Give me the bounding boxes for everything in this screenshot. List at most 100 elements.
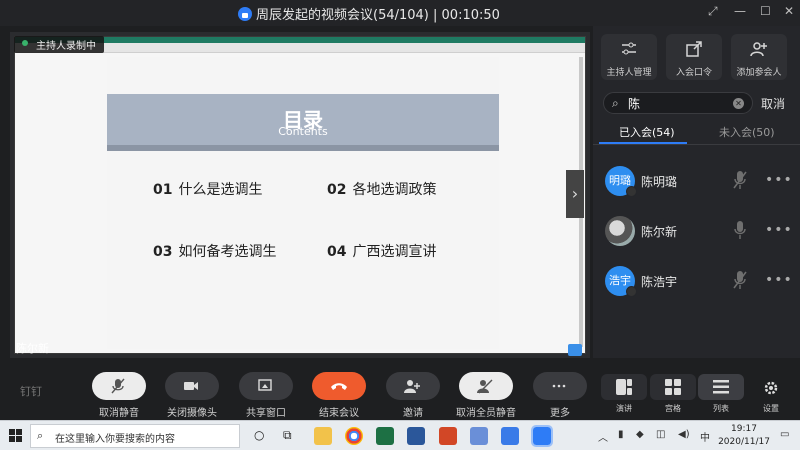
network-icon[interactable]: ◫ — [656, 429, 665, 440]
tab-not-joined[interactable]: 未入会(50) — [719, 124, 775, 140]
cancel-search-button[interactable]: 取消 — [761, 95, 785, 112]
volume-icon[interactable]: ◀) — [678, 429, 690, 440]
notification-icon[interactable]: ▭ — [780, 429, 789, 440]
speaker-view-label: 演讲 — [616, 404, 632, 413]
invite-icon — [404, 380, 420, 393]
slide-title-band-shadow — [107, 145, 499, 151]
more-icon — [552, 384, 566, 388]
camera-icon — [184, 382, 198, 390]
windows-taskbar: ⌕ 在这里输入你要搜索的内容 ○ ⧉ ︿ ▮ ◆ ◫ ◀) 中 19:17 20… — [0, 420, 800, 450]
camera-off-button[interactable] — [165, 372, 219, 400]
grid-view-icon — [665, 379, 681, 395]
tray-expand-icon[interactable]: ︿ — [598, 429, 608, 444]
unmute-all-button[interactable] — [459, 372, 513, 400]
dingtalk-logo: 钉钉 — [20, 385, 42, 398]
list-view-icon — [713, 380, 729, 394]
add-user-icon — [750, 42, 767, 57]
avatar — [605, 216, 635, 246]
video-stage: 目录 Contents 01 什么是选调生 02 各地选调政策 03 如何备考选调生 … — [10, 32, 590, 358]
mic-icon[interactable] — [733, 220, 747, 240]
toc-text: 各地选调政策 — [352, 182, 437, 198]
tab-divider — [593, 144, 800, 145]
taskbar-search-placeholder: 在这里输入你要搜索的内容 — [55, 434, 175, 445]
mic-badge-icon — [626, 286, 637, 297]
share-window-label: 共享窗口 — [246, 408, 286, 419]
unmute-all-label: 取消全员静音 — [456, 408, 516, 419]
toc-text: 广西选调宣讲 — [352, 244, 437, 260]
share-window-button[interactable] — [239, 372, 293, 400]
more-options-icon[interactable]: ••• — [765, 272, 793, 288]
mic-muted-icon[interactable] — [733, 270, 747, 290]
windows-start-icon[interactable] — [9, 429, 23, 443]
close-icon[interactable]: ✕ — [784, 4, 794, 18]
more-button[interactable] — [533, 372, 587, 400]
tray-app-icon[interactable]: ◆ — [636, 429, 644, 440]
word-icon[interactable] — [407, 427, 425, 445]
toc-number: 02 — [327, 182, 347, 198]
toc-number: 04 — [327, 244, 347, 260]
add-participant-label: 添加参会人 — [736, 68, 782, 78]
gear-icon[interactable] — [763, 380, 779, 396]
slide-subtitle: Contents — [278, 125, 328, 138]
chrome-icon[interactable] — [345, 427, 363, 445]
participant-name: 陈明璐 — [641, 175, 678, 189]
participant-search-input[interactable] — [628, 95, 732, 111]
end-meeting-button[interactable] — [312, 372, 366, 400]
toc-item: 02 各地选调政策 — [327, 179, 436, 199]
invite-button[interactable] — [386, 372, 440, 400]
speaker-view-button[interactable] — [601, 374, 647, 400]
participant-row[interactable]: 明璐 陈明璐 ••• — [593, 162, 800, 202]
tab-joined[interactable]: 已入会(54) — [619, 124, 675, 140]
meeting-toolbar: 钉钉 取消静音 关闭摄像头 共享窗口 结束会议 邀请 取消全员静音 更多 演讲 … — [0, 358, 800, 420]
list-view-button[interactable] — [698, 374, 744, 400]
host-management-button[interactable]: 主持人管理 — [601, 34, 657, 80]
add-participant-button[interactable]: 添加参会人 — [731, 34, 787, 80]
meeting-password-button[interactable]: 入会口令 — [666, 34, 722, 80]
clear-search-icon[interactable]: ✕ — [733, 98, 744, 109]
system-clock[interactable]: 19:17 2020/11/17 — [718, 423, 770, 449]
speaker-name: 陈尔新 — [16, 342, 49, 355]
participant-row[interactable]: 浩宇 陈浩宇 ••• — [593, 262, 800, 302]
fullscreen-icon[interactable]: ⤢ — [708, 4, 718, 19]
search-icon: ⌕ — [612, 96, 619, 110]
cortana-icon[interactable]: ○ — [254, 428, 264, 442]
more-options-icon[interactable]: ••• — [765, 222, 793, 238]
grid-view-button[interactable] — [650, 374, 696, 400]
mic-muted-icon[interactable] — [733, 170, 747, 190]
clock-date: 2020/11/17 — [718, 437, 770, 447]
minimize-icon[interactable]: — — [734, 4, 746, 18]
dingtalk-app-icon[interactable] — [501, 427, 519, 445]
ime-indicator[interactable]: 中 — [700, 429, 710, 444]
maximize-icon[interactable]: ☐ — [760, 4, 771, 18]
taskbar-search[interactable]: ⌕ 在这里输入你要搜索的内容 — [30, 424, 240, 448]
mute-all-icon — [477, 379, 493, 394]
unmute-label: 取消静音 — [99, 408, 139, 419]
app-icon[interactable] — [470, 427, 488, 445]
excel-icon[interactable] — [376, 427, 394, 445]
next-page-chevron-icon[interactable]: › — [566, 170, 584, 218]
task-view-icon[interactable]: ⧉ — [283, 428, 292, 443]
toc-text: 如何备考选调生 — [178, 244, 277, 260]
dingtalk-meeting-icon[interactable] — [531, 425, 553, 447]
speaker-view-icon — [616, 379, 632, 395]
toc-item: 04 广西选调宣讲 — [327, 241, 436, 261]
camera-off-label: 关闭摄像头 — [167, 408, 217, 419]
powerpoint-icon[interactable] — [439, 427, 457, 445]
host-management-label: 主持人管理 — [606, 68, 652, 78]
file-explorer-icon[interactable] — [314, 427, 332, 445]
lock-icon — [238, 6, 252, 21]
unmute-button[interactable] — [92, 372, 146, 400]
more-options-icon[interactable]: ••• — [765, 172, 793, 188]
mic-off-icon — [111, 378, 125, 394]
tray-mic-icon[interactable]: ▮ — [618, 429, 624, 440]
settings-label: 设置 — [763, 404, 779, 413]
participant-search-box: ⌕ ✕ — [603, 92, 753, 114]
title-bar: 周辰发起的视频会议(54/104) | 00:10:50 ⤢ — ☐ ✕ — [0, 0, 800, 26]
share-icon — [686, 41, 702, 57]
meeting-password-label: 入会口令 — [675, 68, 712, 78]
screen-share-indicator-icon — [568, 344, 582, 356]
end-meeting-label: 结束会议 — [319, 408, 359, 419]
participants-panel: 主持人管理 入会口令 添加参会人 ⌕ ✕ 取消 已入会(54) 未入会(50) … — [593, 26, 800, 358]
participant-row[interactable]: 陈尔新 ••• — [593, 212, 800, 252]
toc-text: 什么是选调生 — [178, 182, 263, 198]
